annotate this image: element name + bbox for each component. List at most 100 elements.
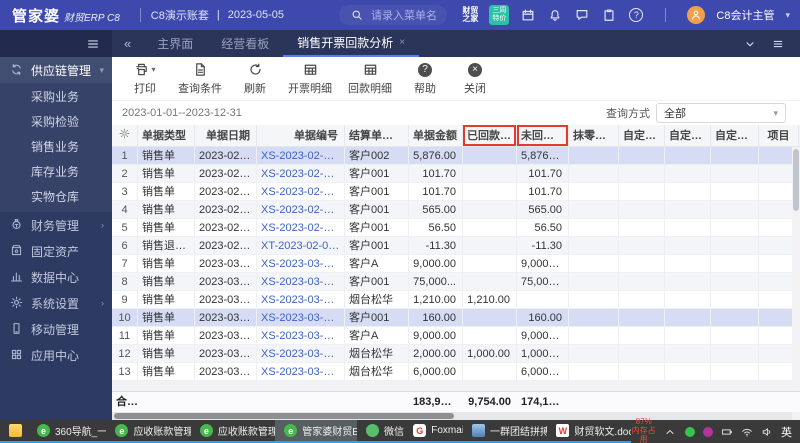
tab-销售开票回款分析[interactable]: 销售开票回款分析×: [283, 30, 419, 57]
clipboard-icon[interactable]: [601, 7, 617, 23]
horizontal-scrollbar[interactable]: [112, 412, 792, 420]
input-language-indicator[interactable]: 英: [781, 424, 792, 440]
column-header-自定义6[interactable]: 自定义6: [711, 125, 759, 146]
doc-number-link[interactable]: XS-2023-02-02-000...: [257, 147, 345, 164]
avatar[interactable]: [687, 6, 705, 24]
taskbar-app-管家婆财贸E...[interactable]: e管家婆财贸E...: [275, 420, 357, 443]
sidebar-item-固定资产[interactable]: 固定资产: [0, 238, 112, 264]
green-dot[interactable]: [684, 425, 694, 438]
question-icon[interactable]: ?: [628, 7, 644, 23]
column-header-抹零金额[interactable]: 抹零金额: [569, 125, 619, 146]
sidebar-subitem-销售业务[interactable]: 销售业务: [0, 135, 112, 160]
doc-number-link[interactable]: XS-2023-03-29-000...: [257, 327, 345, 344]
taskbar-app-Foxmail[interactable]: GFoxmail: [404, 420, 463, 443]
table-row[interactable]: 2销售单2023-02-02XS-2023-02-02-000...客户0011…: [112, 165, 800, 183]
table-row[interactable]: 9销售单2023-03-29XS-2023-03-29-000...烟台松华1,…: [112, 291, 800, 309]
promo-badge[interactable]: 三周 特价: [489, 5, 509, 25]
sidebar-item-财务管理[interactable]: 财务管理›: [0, 212, 112, 238]
tab-list-icon[interactable]: [770, 36, 786, 52]
table-row[interactable]: 6销售退货单2023-02-08XT-2023-02-08-000...客户00…: [112, 237, 800, 255]
doc-number-link[interactable]: XT-2023-02-08-000...: [257, 237, 345, 254]
taskbar-app-一群团结拼搏...[interactable]: 一群团结拼搏...: [463, 420, 547, 443]
column-header-项目[interactable]: 项目: [759, 125, 799, 146]
toolbar-button-刷新[interactable]: 刷新: [232, 60, 278, 98]
chevron-up-icon[interactable]: [664, 425, 676, 438]
sidebar-subitem-采购业务[interactable]: 采购业务: [0, 85, 112, 110]
column-header-未回款金额[interactable]: 未回款金额: [517, 125, 569, 146]
column-header-自定义5[interactable]: 自定义5: [665, 125, 711, 146]
battery-icon[interactable]: [721, 425, 733, 438]
tab-主界面[interactable]: 主界面: [143, 30, 207, 57]
table-row[interactable]: 5销售单2023-02-06XS-2023-02-06-000...客户0015…: [112, 219, 800, 237]
purple-dot[interactable]: [703, 425, 713, 438]
chevron-down-icon[interactable]: [742, 36, 758, 52]
sidebar-subitem-实物仓库[interactable]: 实物仓库: [0, 185, 112, 210]
toolbar-button-查询条件[interactable]: 查询条件: [172, 60, 228, 98]
column-header-结算单位全名[interactable]: 结算单位全名: [345, 125, 409, 146]
doc-number-link[interactable]: XS-2023-03-29-000...: [257, 273, 345, 290]
sidebar-subitem-采购检验[interactable]: 采购检验: [0, 110, 112, 135]
tab-close-icon[interactable]: ×: [399, 37, 405, 48]
table-row[interactable]: 7销售单2023-03-25XS-2023-03-25-000...客户A9,0…: [112, 255, 800, 273]
doc-number-link[interactable]: XS-2023-03-25-000...: [257, 255, 345, 272]
column-header-单据日期[interactable]: 单据日期: [195, 125, 257, 146]
toolbar-button-打印[interactable]: ▾打印: [122, 60, 168, 98]
topbar: 管家婆 财贸ERP C8 C8演示账套 | 2023-05-05 请录入菜单名 …: [0, 0, 800, 30]
wifi-icon[interactable]: [741, 425, 753, 438]
table-row[interactable]: 8销售单2023-03-29XS-2023-03-29-000...客户0017…: [112, 273, 800, 291]
column-header-自定义4[interactable]: 自定义4: [619, 125, 665, 146]
table-row[interactable]: 3销售单2023-02-02XS-2023-02-02-000...客户0011…: [112, 183, 800, 201]
taskbar-app-财贸软文.doc...[interactable]: W财贸软文.doc...: [547, 420, 631, 443]
doc-number-link[interactable]: XS-2023-03-31-000...: [257, 363, 345, 380]
taskbar-app-应收账款管理...[interactable]: e应收账款管理...: [106, 420, 190, 443]
tabs-scroll-left-icon[interactable]: «: [112, 30, 143, 57]
taskbar-app-应收账款管理...[interactable]: e应收账款管理...: [191, 420, 275, 443]
chevron-down-icon[interactable]: ▾: [785, 10, 790, 21]
column-settings-gear-icon[interactable]: [112, 125, 138, 146]
memory-usage-indicator[interactable]: 87% 内存占用: [631, 418, 656, 443]
sidebar-item-系统设置[interactable]: 系统设置›: [0, 290, 112, 316]
bell-icon[interactable]: [547, 7, 563, 23]
doc-number-link[interactable]: XS-2023-03-31-000...: [257, 345, 345, 362]
taskbar-app-微信[interactable]: 微信: [357, 420, 404, 443]
doc-number-link[interactable]: XS-2023-03-29-000...: [257, 309, 345, 326]
table-row[interactable]: 13销售单2023-03-31XS-2023-03-31-000...烟台松华6…: [112, 363, 800, 381]
taskbar-app-folder[interactable]: [0, 420, 28, 443]
column-header-单据编号[interactable]: 单据编号: [257, 125, 345, 146]
sidebar-item-供应链管理[interactable]: 供应链管理▾: [0, 57, 112, 83]
query-mode-select[interactable]: 全部 ▾: [656, 103, 786, 123]
toolbar-button-帮助[interactable]: ?帮助: [402, 60, 448, 98]
table-row[interactable]: 12销售单2023-03-31XS-2023-03-31-000...烟台松华2…: [112, 345, 800, 363]
doc-number-link[interactable]: XS-2023-02-02-000...: [257, 201, 345, 218]
sidebar-item-数据中心[interactable]: 数据中心: [0, 264, 112, 290]
sidebar-collapse-button[interactable]: [0, 30, 112, 57]
menu-search[interactable]: 请录入菜单名: [339, 5, 447, 25]
toolbar-button-回款明细[interactable]: 回款明细: [342, 60, 398, 98]
chat-icon[interactable]: [574, 7, 590, 23]
sidebar-subitem-库存业务[interactable]: 库存业务: [0, 160, 112, 185]
toolbar-button-关闭[interactable]: ×关闭: [452, 60, 498, 98]
doc-number-link[interactable]: XS-2023-02-02-000...: [257, 183, 345, 200]
sidebar-item-移动管理[interactable]: 移动管理: [0, 316, 112, 342]
vertical-scrollbar[interactable]: [792, 147, 800, 391]
sidebar-item-应用中心[interactable]: 应用中心: [0, 342, 112, 368]
table-row[interactable]: 11销售单2023-03-29XS-2023-03-29-000...客户A9,…: [112, 327, 800, 345]
toolbar-button-开票明细[interactable]: 开票明细: [282, 60, 338, 98]
doc-number-link[interactable]: XS-2023-02-06-000...: [257, 219, 345, 236]
doc-number-link[interactable]: XS-2023-03-29-000...: [257, 291, 345, 308]
horizontal-scrollbar-thumb[interactable]: [114, 413, 454, 419]
volume-icon[interactable]: [761, 425, 773, 438]
tab-经营看板[interactable]: 经营看板: [207, 30, 283, 57]
table-row[interactable]: 4销售单2023-02-02XS-2023-02-02-000...客户0015…: [112, 201, 800, 219]
chevron-down-icon[interactable]: ▾: [151, 65, 155, 74]
vertical-scrollbar-thumb[interactable]: [793, 149, 799, 211]
table-row[interactable]: 10销售单2023-03-29XS-2023-03-29-000...客户001…: [112, 309, 800, 327]
column-header-单据金额[interactable]: 单据金额: [409, 125, 463, 146]
doc-number-link[interactable]: XS-2023-02-02-000...: [257, 165, 345, 182]
column-header-单据类型[interactable]: 单据类型: [138, 125, 195, 146]
column-header-已回款金额[interactable]: 已回款金额: [463, 125, 517, 146]
calendar-icon[interactable]: [520, 7, 536, 23]
cell: 2023-03-29: [195, 273, 257, 290]
table-row[interactable]: 1销售单2023-02-02XS-2023-02-02-000...客户0025…: [112, 147, 800, 165]
taskbar-app-360导航_一...[interactable]: e360导航_一...: [28, 420, 106, 443]
